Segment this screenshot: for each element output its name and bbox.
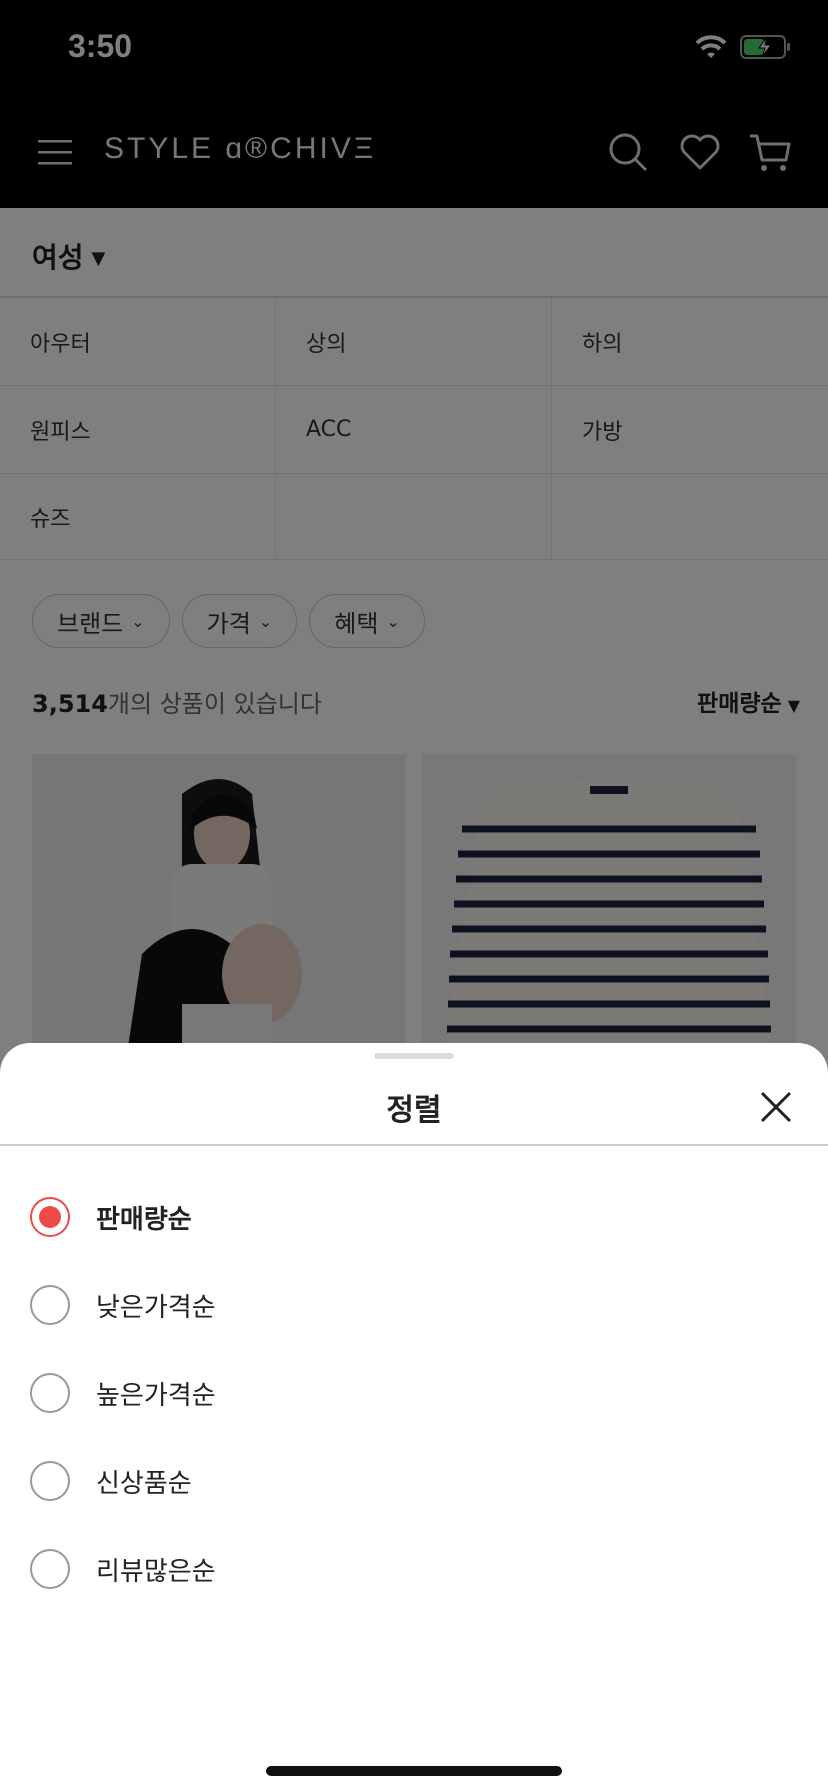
radio-button[interactable] bbox=[30, 1373, 70, 1413]
option-label: 판매량순 bbox=[96, 1204, 192, 1235]
sort-bottom-sheet: 정렬 판매량순 낮은가격순 높은가격순 신상품순 리뷰많은순 bbox=[0, 1043, 828, 1792]
sort-option-sales[interactable]: 판매량순 bbox=[30, 1187, 790, 1247]
sort-option-most-reviews[interactable]: 리뷰많은순 bbox=[30, 1539, 790, 1599]
sheet-divider bbox=[0, 1144, 828, 1146]
option-label: 리뷰많은순 bbox=[96, 1556, 216, 1587]
option-label: 높은가격순 bbox=[96, 1380, 216, 1411]
radio-button-selected[interactable] bbox=[30, 1197, 70, 1237]
sort-option-high-price[interactable]: 높은가격순 bbox=[30, 1363, 790, 1423]
option-label: 낮은가격순 bbox=[96, 1292, 216, 1323]
radio-button[interactable] bbox=[30, 1285, 70, 1325]
sort-option-low-price[interactable]: 낮은가격순 bbox=[30, 1275, 790, 1335]
sort-option-newest[interactable]: 신상품순 bbox=[30, 1451, 790, 1511]
sheet-title: 정렬 bbox=[386, 1093, 442, 1128]
radio-button[interactable] bbox=[30, 1461, 70, 1501]
home-indicator[interactable] bbox=[266, 1766, 562, 1776]
radio-button[interactable] bbox=[30, 1549, 70, 1589]
option-label: 신상품순 bbox=[96, 1468, 192, 1499]
sheet-grabber[interactable] bbox=[374, 1053, 454, 1059]
close-icon[interactable] bbox=[756, 1087, 796, 1127]
